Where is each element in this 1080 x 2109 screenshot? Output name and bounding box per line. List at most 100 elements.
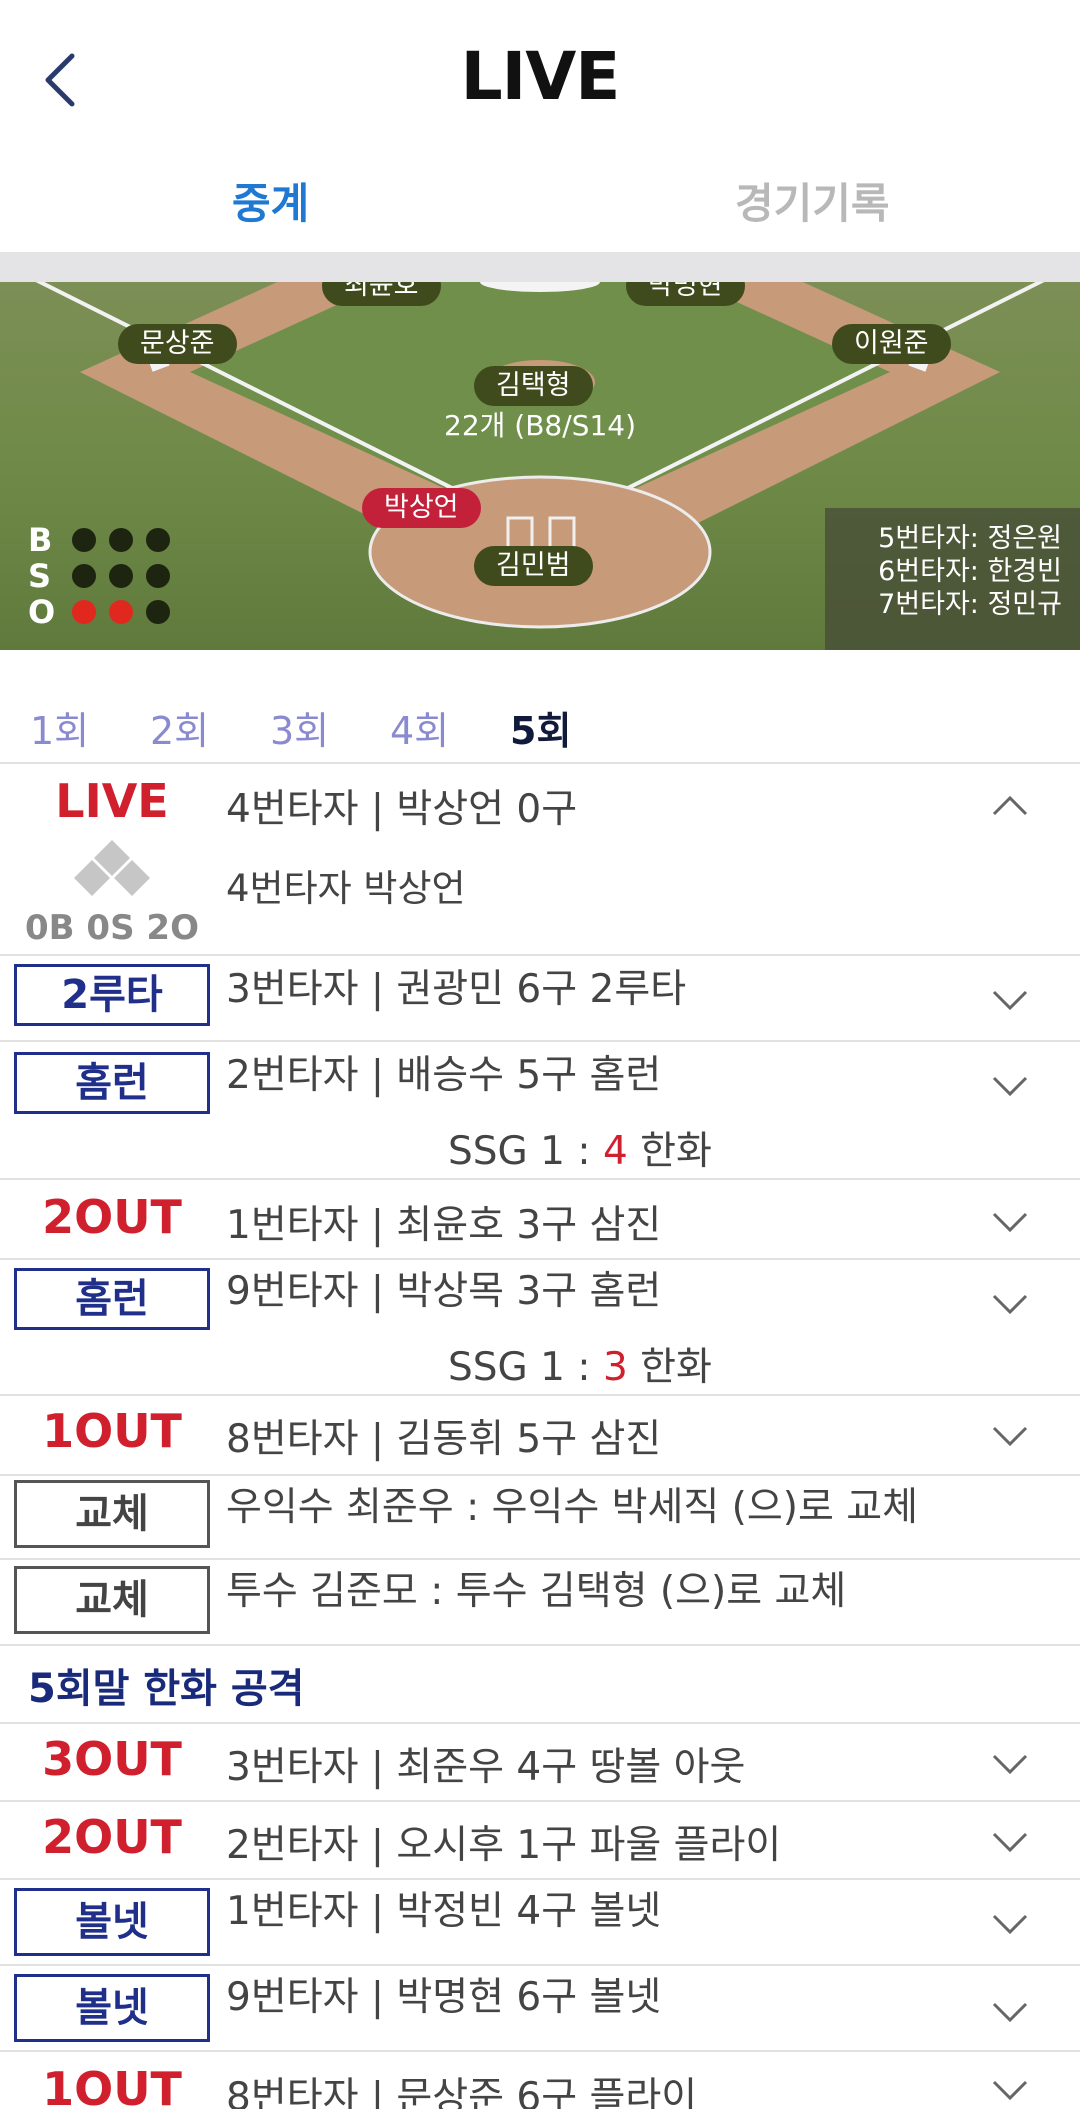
fielder-left: 최윤호 [322,282,441,306]
live-label: LIVE [55,774,169,828]
play-row[interactable]: 볼넷 1번타자 | 박정빈 4구 볼넷 [0,1880,1080,1964]
upcoming-batters: 5번타자: 정은원 6번타자: 한경빈 7번타자: 정민규 [825,508,1080,650]
play-sub-desc: 4번타자 박상언 [226,867,466,910]
tab-game-record[interactable]: 경기기록 [735,170,890,231]
play-row[interactable]: 교체 우익수 최준우 : 우익수 박세직 (으)로 교체 [0,1476,1080,1558]
section-title: 5회말 한화 공격 [28,1666,305,1712]
inning-tab-3[interactable]: 3회 [270,700,329,755]
play-desc: 9번타자 | 박상목 3구 홈런 [226,1269,662,1314]
fielder-catcher: 김민범 [474,546,593,586]
chevron-down-icon[interactable] [990,1208,1030,1238]
out-dot [109,600,133,624]
play-row[interactable]: 홈런 9번타자 | 박상목 3구 홈런 SSG 1 : 3 한화 [0,1260,1080,1394]
bases-diamond-icon [74,840,150,896]
out-label: O [28,593,56,631]
chevron-down-icon[interactable] [990,1828,1030,1858]
play-tag: 1OUT [42,2062,182,2109]
tab-broadcast[interactable]: 중계 [232,170,309,231]
inning-tab-2[interactable]: 2회 [150,700,209,755]
chevron-down-icon[interactable] [990,1910,1030,1940]
play-tag: 교체 [14,1566,210,1634]
strike-row: S [28,557,183,595]
inning-tab-1[interactable]: 1회 [30,700,89,755]
out-row: O [28,593,183,631]
play-row[interactable]: 3OUT 3번타자 | 최준우 4구 땅볼 아웃 [0,1724,1080,1800]
score-line: SSG 1 : 3 한화 [0,1336,1080,1392]
play-desc: 8번타자 | 문상준 6구 플라이 [226,2075,698,2109]
inning-tab-5[interactable]: 5회 [510,700,571,755]
play-row[interactable]: 교체 투수 김준모 : 투수 김택형 (으)로 교체 [0,1560,1080,1644]
play-tag: 교체 [14,1480,210,1548]
play-desc: 투수 김준모 : 투수 김택형 (으)로 교체 [226,1569,847,1614]
play-row[interactable]: 볼넷 9번타자 | 박명현 6구 볼넷 [0,1966,1080,2050]
play-tag: 2OUT [42,1190,182,1244]
upcoming-batter: 6번타자: 한경빈 [878,556,1062,587]
inning-tab-4[interactable]: 4회 [390,700,449,755]
header: LIVE [0,0,1080,150]
ball-dot [109,528,133,552]
play-row[interactable]: 1OUT 8번타자 | 문상준 6구 플라이 [0,2052,1080,2109]
current-play[interactable]: LIVE 4번타자 | 박상언 0구 4번타자 박상언 0B 0S 2O [0,764,1080,954]
page-title: LIVE [460,38,621,115]
play-desc: 3번타자 | 최준우 4구 땅볼 아웃 [226,1745,746,1790]
play-tag: 1OUT [42,1404,182,1458]
half-inning-header: 5회말 한화 공격 [0,1646,1080,1722]
play-desc: 우익수 최준우 : 우익수 박세직 (으)로 교체 [226,1485,919,1530]
chevron-down-icon[interactable] [990,1072,1030,1102]
inning-tabs: 1회 2회 3회 4회 5회 [0,690,1080,762]
play-tag: 2루타 [14,964,210,1026]
batter-badge: 박상언 [362,488,481,528]
strike-dot [72,564,96,588]
out-dot [72,600,96,624]
play-desc: 2번타자 | 오시후 1구 파울 플라이 [226,1823,782,1868]
play-tag: 볼넷 [14,1888,210,1956]
fielder-pitcher: 김택형 [474,366,593,406]
strike-dot [109,564,133,588]
chevron-down-icon[interactable] [990,1998,1030,2028]
score-sep: : [565,1345,603,1390]
play-desc: 3번타자 | 권광민 6구 2루타 [226,967,687,1012]
upcoming-batter: 5번타자: 정은원 [878,523,1062,554]
baseball-field: 최윤호 박명현 문상준 이원준 김택형 22개 (B8/S14) 박상언 김민범… [0,282,1080,650]
chevron-down-icon[interactable] [990,2076,1030,2106]
fielder-first-base: 이원준 [832,324,951,364]
play-tag: 홈런 [14,1268,210,1330]
fielder-third-base: 문상준 [118,324,237,364]
play-tag: 3OUT [42,1732,182,1786]
bso-indicator: B S O [28,521,183,631]
score-away-value: 4 [602,1129,628,1174]
play-desc: 2번타자 | 배승수 5구 홈런 [226,1053,662,1098]
chevron-down-icon[interactable] [990,1422,1030,1452]
ball-dot [146,528,170,552]
chevron-down-icon[interactable] [990,1290,1030,1320]
chevron-up-icon[interactable] [990,790,1030,820]
play-row[interactable]: 1OUT 8번타자 | 김동휘 5구 삼진 [0,1396,1080,1474]
ball-dot [72,528,96,552]
play-tag: 홈런 [14,1052,210,1114]
play-row[interactable]: 2OUT 1번타자 | 최윤호 3구 삼진 [0,1180,1080,1258]
divider-bar [0,252,1080,282]
upcoming-batter: 7번타자: 정민규 [878,589,1062,620]
play-desc: 8번타자 | 김동휘 5구 삼진 [226,1417,662,1462]
score-away: 한화 [627,1129,712,1174]
play-tag: 볼넷 [14,1974,210,2042]
play-desc: 1번타자 | 최윤호 3구 삼진 [226,1203,662,1248]
play-row[interactable]: 2OUT 2번타자 | 오시후 1구 파울 플라이 [0,1802,1080,1878]
score-home: SSG 1 [448,1345,565,1390]
pitch-count: 22개 (B8/S14) [444,409,636,442]
play-desc: 1번타자 | 박정빈 4구 볼넷 [226,1889,662,1934]
score-away: 한화 [627,1345,712,1390]
play-row[interactable]: 2루타 3번타자 | 권광민 6구 2루타 [0,956,1080,1040]
ball-label: B [28,521,53,559]
play-desc: 4번타자 | 박상언 0구 [226,787,578,832]
play-row[interactable]: 홈런 2번타자 | 배승수 5구 홈런 SSG 1 : 4 한화 [0,1042,1080,1178]
score-away-value: 3 [602,1345,628,1390]
play-tag: 2OUT [42,1810,182,1864]
ball-row: B [28,521,183,559]
tab-bar: 중계 경기기록 [0,160,1080,252]
chevron-down-icon[interactable] [990,986,1030,1016]
chevron-down-icon[interactable] [990,1750,1030,1780]
fielder-right-partial: 박명현 [626,282,745,306]
strike-label: S [28,557,52,595]
play-desc: 9번타자 | 박명현 6구 볼넷 [226,1975,662,2020]
